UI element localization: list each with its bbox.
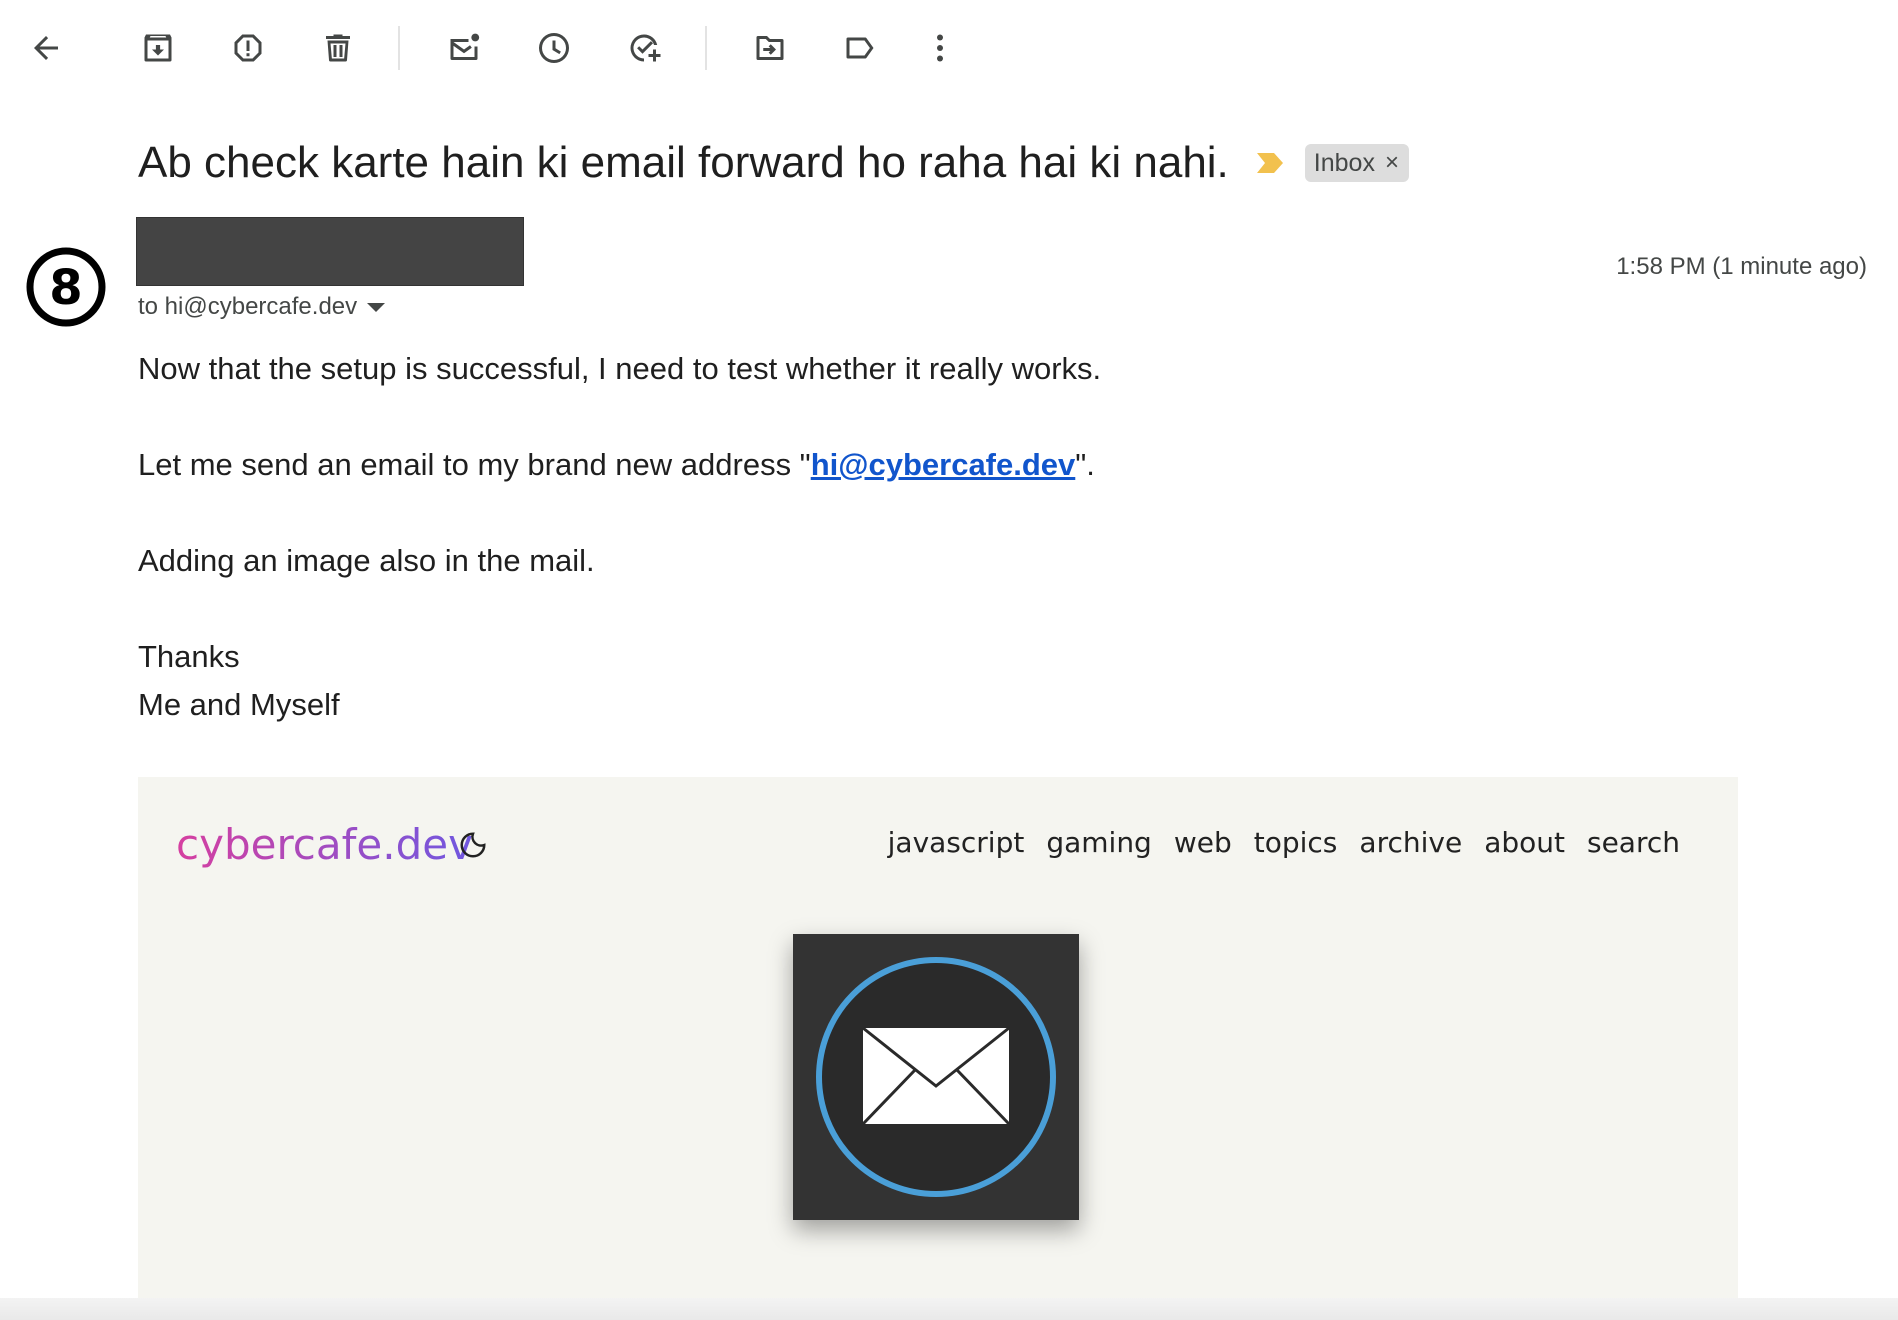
signoff-line: Me and Myself [138,687,340,722]
email-body: Now that the setup is successful, I need… [138,345,1101,729]
embedded-image[interactable]: cybercafe.dev javascript gaming web topi… [138,777,1738,1320]
site-logo: cybercafe.dev [176,815,473,875]
recipient-line: to hi@cybercafe.dev [138,293,386,321]
mark-unread-icon [450,33,480,60]
signoff-line: Thanks [138,639,240,674]
toolbar-divider [705,26,707,70]
body-line: Now that the setup is successful, I need… [138,351,1102,386]
site-nav: javascript gaming web topics archive abo… [888,823,1680,863]
sender-name-redacted [136,217,524,286]
nav-item: topics [1253,826,1338,859]
back-arrow-icon [34,36,58,60]
message-toolbar [0,0,1898,96]
inbox-label-chip: Inbox × [1304,144,1409,182]
email-address-link[interactable]: hi@cybercafe.dev [811,447,1076,482]
add-to-tasks-button[interactable] [616,20,672,76]
archive-button[interactable] [130,20,186,76]
sender-avatar[interactable]: 8 [25,246,107,328]
subject-row: Ab check karte hain ki email forward ho … [138,134,1409,192]
nav-item: gaming [1046,826,1152,859]
avatar-glyph: 8 [49,260,82,316]
report-spam-button[interactable] [220,20,276,76]
snooze-button[interactable] [526,20,582,76]
nav-item: javascript [887,826,1025,859]
body-text-segment: Let me send an email to my brand new add… [138,447,811,482]
importance-marker-icon[interactable] [1255,151,1285,175]
envelope-icon [816,957,1056,1197]
email-timestamp: 1:58 PM (1 minute ago) [1616,253,1867,280]
move-to-icon [756,36,784,60]
move-to-button[interactable] [742,20,798,76]
snooze-icon [539,33,569,63]
body-line: Adding an image also in the mail. [138,543,595,578]
body-text-segment: ". [1075,447,1095,482]
back-button[interactable] [18,20,74,76]
toolbar-divider [398,26,400,70]
nav-item: web [1173,826,1232,859]
hero-image [793,934,1079,1220]
archive-icon [144,34,172,62]
show-details-caret-icon[interactable] [367,302,386,312]
email-subject: Ab check karte hain ki email forward ho … [138,138,1229,187]
recipient-text: to hi@cybercafe.dev [138,293,358,320]
body-line: Let me send an email to my brand new add… [138,441,1101,489]
remove-label-button[interactable]: × [1385,144,1399,182]
nav-item: search [1586,826,1680,859]
mark-unread-button[interactable] [436,20,492,76]
window-bottom-edge [0,1298,1898,1320]
add-to-tasks-icon [630,34,661,62]
label-text: Inbox [1313,149,1375,177]
delete-button[interactable] [310,20,366,76]
report-spam-icon [234,34,262,62]
label-button[interactable] [832,20,888,76]
nav-item: about [1484,826,1565,859]
delete-icon [326,34,350,62]
nav-item: archive [1359,826,1463,859]
dark-mode-moon-icon [460,832,486,858]
label-icon [846,37,874,59]
more-options-button[interactable] [912,20,968,76]
more-options-icon [937,34,943,62]
